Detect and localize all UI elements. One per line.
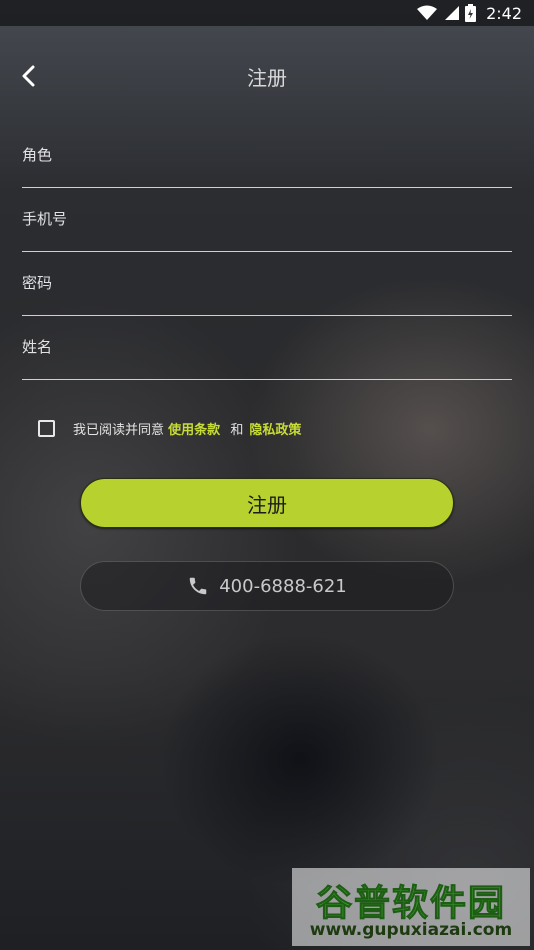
watermark-logo: 谷普软件园 www.gupuxiazai.com xyxy=(292,868,530,946)
page-title: 注册 xyxy=(247,66,287,90)
status-time: 2:42 xyxy=(486,3,522,23)
header: 注册 xyxy=(0,26,534,126)
agreement-text: 我已阅读并同意 使用条款 和隐私政策 xyxy=(73,419,301,438)
agreement-checkbox[interactable] xyxy=(38,420,55,437)
register-button[interactable]: 注册 xyxy=(80,478,454,528)
wifi-icon xyxy=(417,5,438,20)
agreement-row: 我已阅读并同意 使用条款 和隐私政策 xyxy=(38,419,301,438)
name-input[interactable] xyxy=(22,316,512,378)
agreement-prefix: 我已阅读并同意 xyxy=(73,423,165,438)
status-bar: 2:42 xyxy=(0,0,534,26)
watermark-name: 谷普软件园 xyxy=(315,883,506,925)
password-input[interactable] xyxy=(22,252,512,314)
watermark-url: www.gupuxiazai.com xyxy=(309,920,513,940)
call-phone-button[interactable]: 400-6888-621 xyxy=(80,561,454,611)
terms-link[interactable]: 使用条款 xyxy=(168,423,220,438)
role-input[interactable] xyxy=(22,124,512,186)
register-button-label: 注册 xyxy=(247,492,287,517)
phone-number-input[interactable] xyxy=(22,188,512,250)
agreement-and: 和 xyxy=(230,423,244,438)
privacy-link[interactable]: 隐私政策 xyxy=(249,423,301,438)
signal-icon xyxy=(445,6,460,20)
battery-icon xyxy=(465,4,477,22)
phone-icon xyxy=(189,577,207,595)
role-field[interactable] xyxy=(22,124,512,188)
name-field[interactable] xyxy=(22,316,512,380)
phone-number: 400-6888-621 xyxy=(219,575,347,597)
password-field[interactable] xyxy=(22,252,512,316)
phone-number-field[interactable] xyxy=(22,188,512,252)
